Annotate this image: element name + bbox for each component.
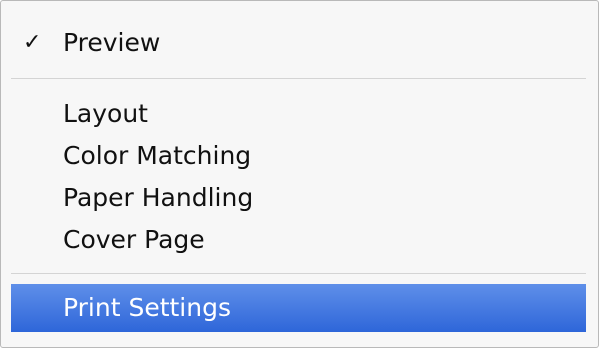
menu-item-print-settings[interactable]: Print Settings (1, 288, 584, 328)
menu-item-cover-page[interactable]: Cover Page (1, 220, 584, 260)
menu-separator (11, 273, 586, 274)
menu-item-paper-handling[interactable]: Paper Handling (1, 178, 584, 218)
menu-item-label: Print Settings (63, 293, 231, 322)
menu-separator (11, 78, 586, 79)
checkmark-icon: ✓ (23, 30, 42, 55)
menu-item-layout[interactable]: Layout (1, 94, 584, 134)
menu-item-label: Preview (63, 28, 161, 57)
menu-item-label: Paper Handling (63, 183, 254, 212)
menu-item-label: Layout (63, 99, 148, 128)
menu-item-preview[interactable]: ✓ Preview (1, 23, 584, 63)
menu-item-color-matching[interactable]: Color Matching (1, 136, 584, 176)
menu-item-label: Color Matching (63, 141, 252, 170)
menu-item-label: Cover Page (63, 225, 205, 254)
popup-menu: ✓ Preview Layout Color Matching Paper Ha… (0, 0, 599, 348)
